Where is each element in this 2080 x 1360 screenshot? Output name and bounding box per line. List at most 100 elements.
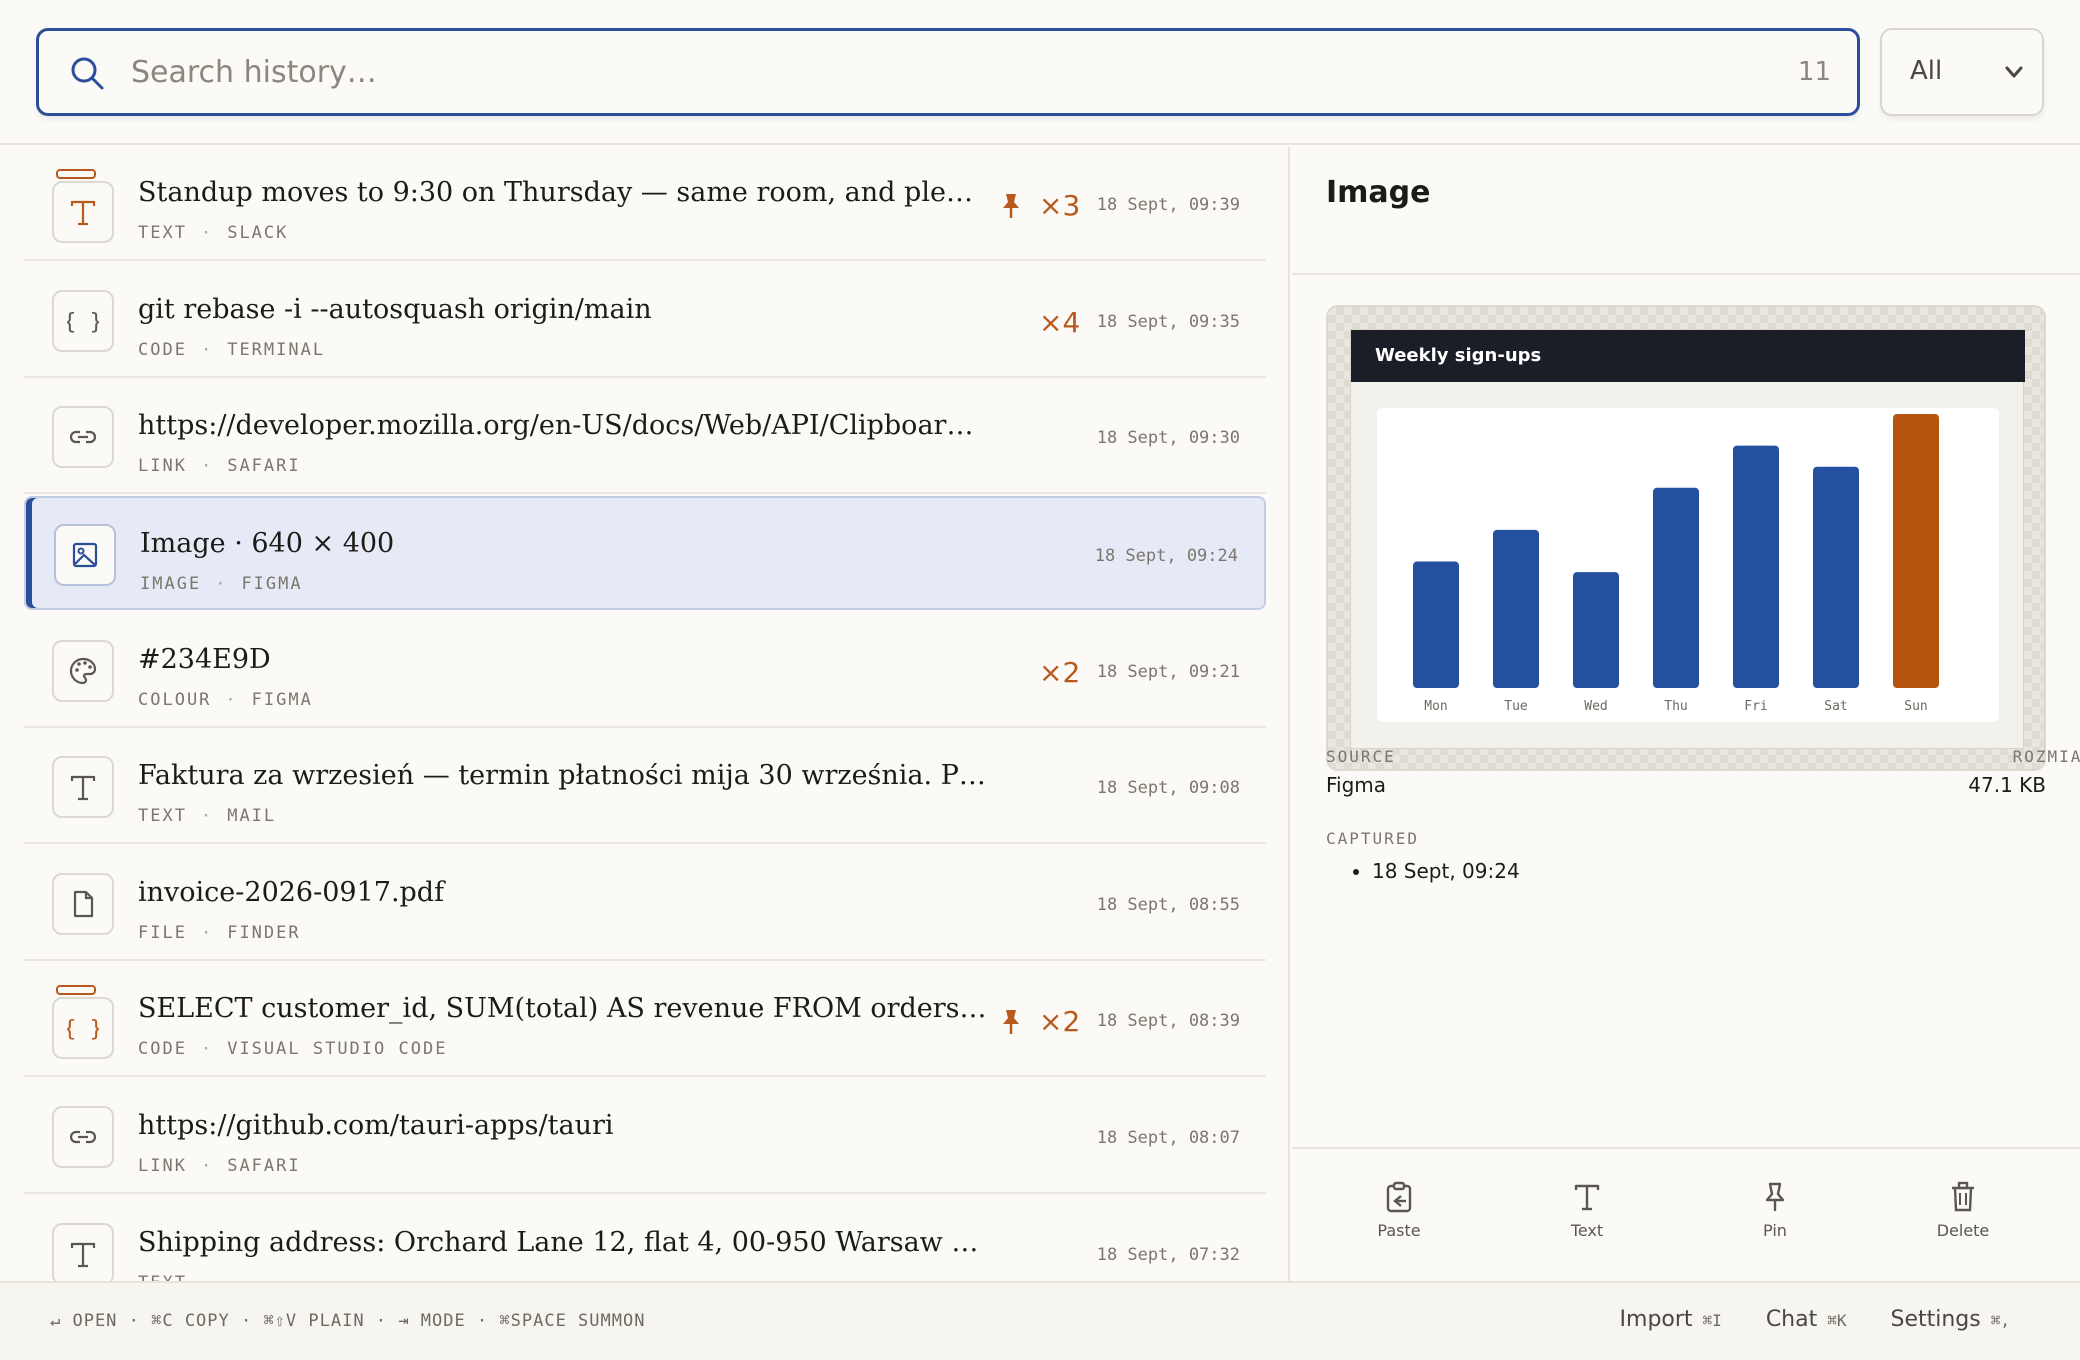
item-type-box: { } [52, 289, 114, 352]
history-row[interactable]: Image · 640 × 400 IMAGE · FIGMA 18 Sept, 09:… [24, 495, 1266, 610]
item-meta: TEXT [138, 1273, 187, 1281]
pin-icon[interactable] [1000, 193, 1022, 219]
item-source: FINDER [227, 922, 301, 943]
chart-bar [1653, 487, 1699, 688]
history-row[interactable]: https://developer.mozilla.org/en-US/docs… [24, 380, 1266, 495]
footer-links: Import ⌘I Chat ⌘K Settings ⌘, [1620, 1307, 2010, 1332]
import-label: Import [1619, 1307, 1693, 1332]
item-kind: CODE [138, 1039, 187, 1060]
history-row[interactable]: { } git rebase -i --autosquash origin/ma… [24, 264, 1266, 378]
copy-count: ×2 [1039, 1005, 1081, 1039]
item-meta: IMAGE · FIGMA [140, 573, 303, 594]
item-time: 18 Sept, 09:30 [1096, 428, 1240, 449]
import-link[interactable]: Import ⌘I [1620, 1307, 1722, 1332]
item-type-box [52, 406, 114, 469]
item-time: 18 Sept, 08:07 [1096, 1128, 1240, 1149]
settings-label: Settings [1890, 1307, 1981, 1332]
history-row[interactable]: #234E9D COLOUR · FIGMA ×2 18 Sept, 09:21 [24, 614, 1266, 728]
item-time: 18 Sept, 09:39 [1096, 195, 1240, 215]
search-input[interactable] [131, 45, 1731, 99]
item-source: FIGMA [241, 573, 303, 594]
item-type-box: { } [52, 997, 114, 1060]
text-button[interactable]: Text [1532, 1181, 1642, 1241]
item-kind: TEXT [138, 1273, 187, 1281]
preview-chart-card: Weekly sign-ups Mon Tue Wed Thu Fri Sat Sun [1350, 329, 2025, 749]
chart-bar [1413, 561, 1459, 688]
item-source: MAIL [227, 806, 277, 827]
chart-tick-label: Sun [1904, 699, 1927, 714]
preview-chart-svg: Mon Tue Wed Thu Fri Sat Sun [1413, 414, 1939, 714]
history-list[interactable]: Standup moves to 9:30 on Thursday — same… [0, 147, 1290, 1281]
item-kind: FILE [138, 922, 187, 943]
action-bar: Paste Text Pin Delete [1292, 1147, 2080, 1281]
item-meta: CODE · VISUAL STUDIO CODE [138, 1039, 448, 1060]
item-type-box [54, 523, 116, 586]
import-shortcut: ⌘I [1702, 1311, 1722, 1330]
result-count: 11 [1797, 57, 1831, 87]
item-type-box [52, 872, 114, 935]
pin-button[interactable]: Pin [1720, 1181, 1830, 1241]
chart-bar [1733, 445, 1779, 688]
pin-label: Pin [1763, 1221, 1787, 1240]
delete-label: Delete [1936, 1221, 1990, 1240]
image-preview: Weekly sign-ups Mon Tue Wed Thu Fri Sat Sun [1326, 305, 2046, 771]
item-meta: TEXT · SLACK [138, 223, 289, 243]
chart-tick-label: Fri [1744, 699, 1767, 714]
chart-tick-label: Thu [1664, 699, 1687, 714]
item-source: SAFARI [227, 456, 301, 477]
chart-bar [1893, 414, 1939, 688]
text-icon [70, 200, 96, 226]
file-icon [73, 890, 94, 917]
search-icon [71, 57, 104, 90]
chart-tick-label: Sat [1824, 699, 1847, 714]
item-kind: LINK [138, 456, 187, 477]
item-title: git rebase -i --autosquash origin/main [138, 293, 652, 325]
history-row[interactable]: invoice-2026-0917.pdf FILE · FINDER 18 Sept,… [24, 847, 1266, 961]
history-row[interactable]: Standup moves to 9:30 on Thursday — same… [24, 147, 1266, 261]
captured-list: 18 Sept, 09:24 [1372, 859, 1520, 883]
item-title: https://github.com/tauri-apps/tauri [138, 1110, 614, 1142]
item-source: VISUAL STUDIO CODE [227, 1039, 448, 1060]
item-time: 18 Sept, 07:32 [1096, 1244, 1240, 1265]
search-box[interactable]: 11 [36, 28, 1860, 116]
item-source: TERMINAL [227, 339, 326, 360]
chat-link[interactable]: Chat ⌘K [1766, 1307, 1847, 1332]
delete-button[interactable]: Delete [1908, 1181, 2018, 1241]
preview-chart-header: Weekly sign-ups [1351, 330, 2025, 382]
pin-icon [1765, 1182, 1785, 1211]
text-icon [70, 1242, 96, 1267]
code-icon: { } [67, 1017, 99, 1042]
paste-label: Paste [1377, 1221, 1421, 1240]
item-source: FIGMA [251, 689, 313, 710]
item-type-box [52, 756, 114, 819]
size-value: 47.1 KB [1968, 773, 2046, 797]
item-type-box [52, 639, 114, 702]
item-time: 18 Sept, 09:24 [1094, 545, 1238, 566]
item-title: https://developer.mozilla.org/en-US/docs… [138, 410, 988, 442]
preview-chart-plot: Mon Tue Wed Thu Fri Sat Sun [1377, 408, 1999, 722]
item-title: SELECT customer_id, SUM(total) AS revenu… [138, 993, 988, 1025]
history-row[interactable]: { } SELECT customer_id, SUM(total) AS re… [24, 963, 1266, 1078]
svg-text:{ }: { } [67, 1017, 99, 1042]
item-source: SLACK [227, 223, 289, 243]
item-time: 18 Sept, 08:39 [1096, 1011, 1240, 1032]
captured-label: CAPTURED [1326, 829, 1420, 848]
item-title: Shipping address: Orchard Lane 12, flat … [138, 1226, 988, 1258]
source-label: SOURCE [1326, 747, 1396, 766]
history-row[interactable]: https://github.com/tauri-apps/tauri LINK ·… [24, 1080, 1266, 1195]
item-title: Standup moves to 9:30 on Thursday — same… [138, 177, 988, 208]
item-title: #234E9D [138, 643, 271, 675]
type-filter-select[interactable]: All [1880, 28, 2044, 116]
settings-link[interactable]: Settings ⌘, [1891, 1307, 2011, 1332]
size-label: ROZMIAR [2012, 747, 2080, 766]
detail-header: Image [1292, 147, 2080, 275]
code-icon: { } [67, 310, 99, 335]
history-row[interactable]: Shipping address: Orchard Lane 12, flat … [24, 1197, 1266, 1281]
history-row[interactable]: Faktura za wrzesień — termin płatności m… [24, 730, 1266, 845]
item-type-box [52, 181, 114, 243]
settings-shortcut: ⌘, [1990, 1311, 2010, 1330]
pin-icon[interactable] [1000, 1009, 1022, 1035]
item-kind: IMAGE [140, 573, 202, 594]
pinned-marker [56, 169, 96, 179]
paste-button[interactable]: Paste [1344, 1181, 1454, 1241]
